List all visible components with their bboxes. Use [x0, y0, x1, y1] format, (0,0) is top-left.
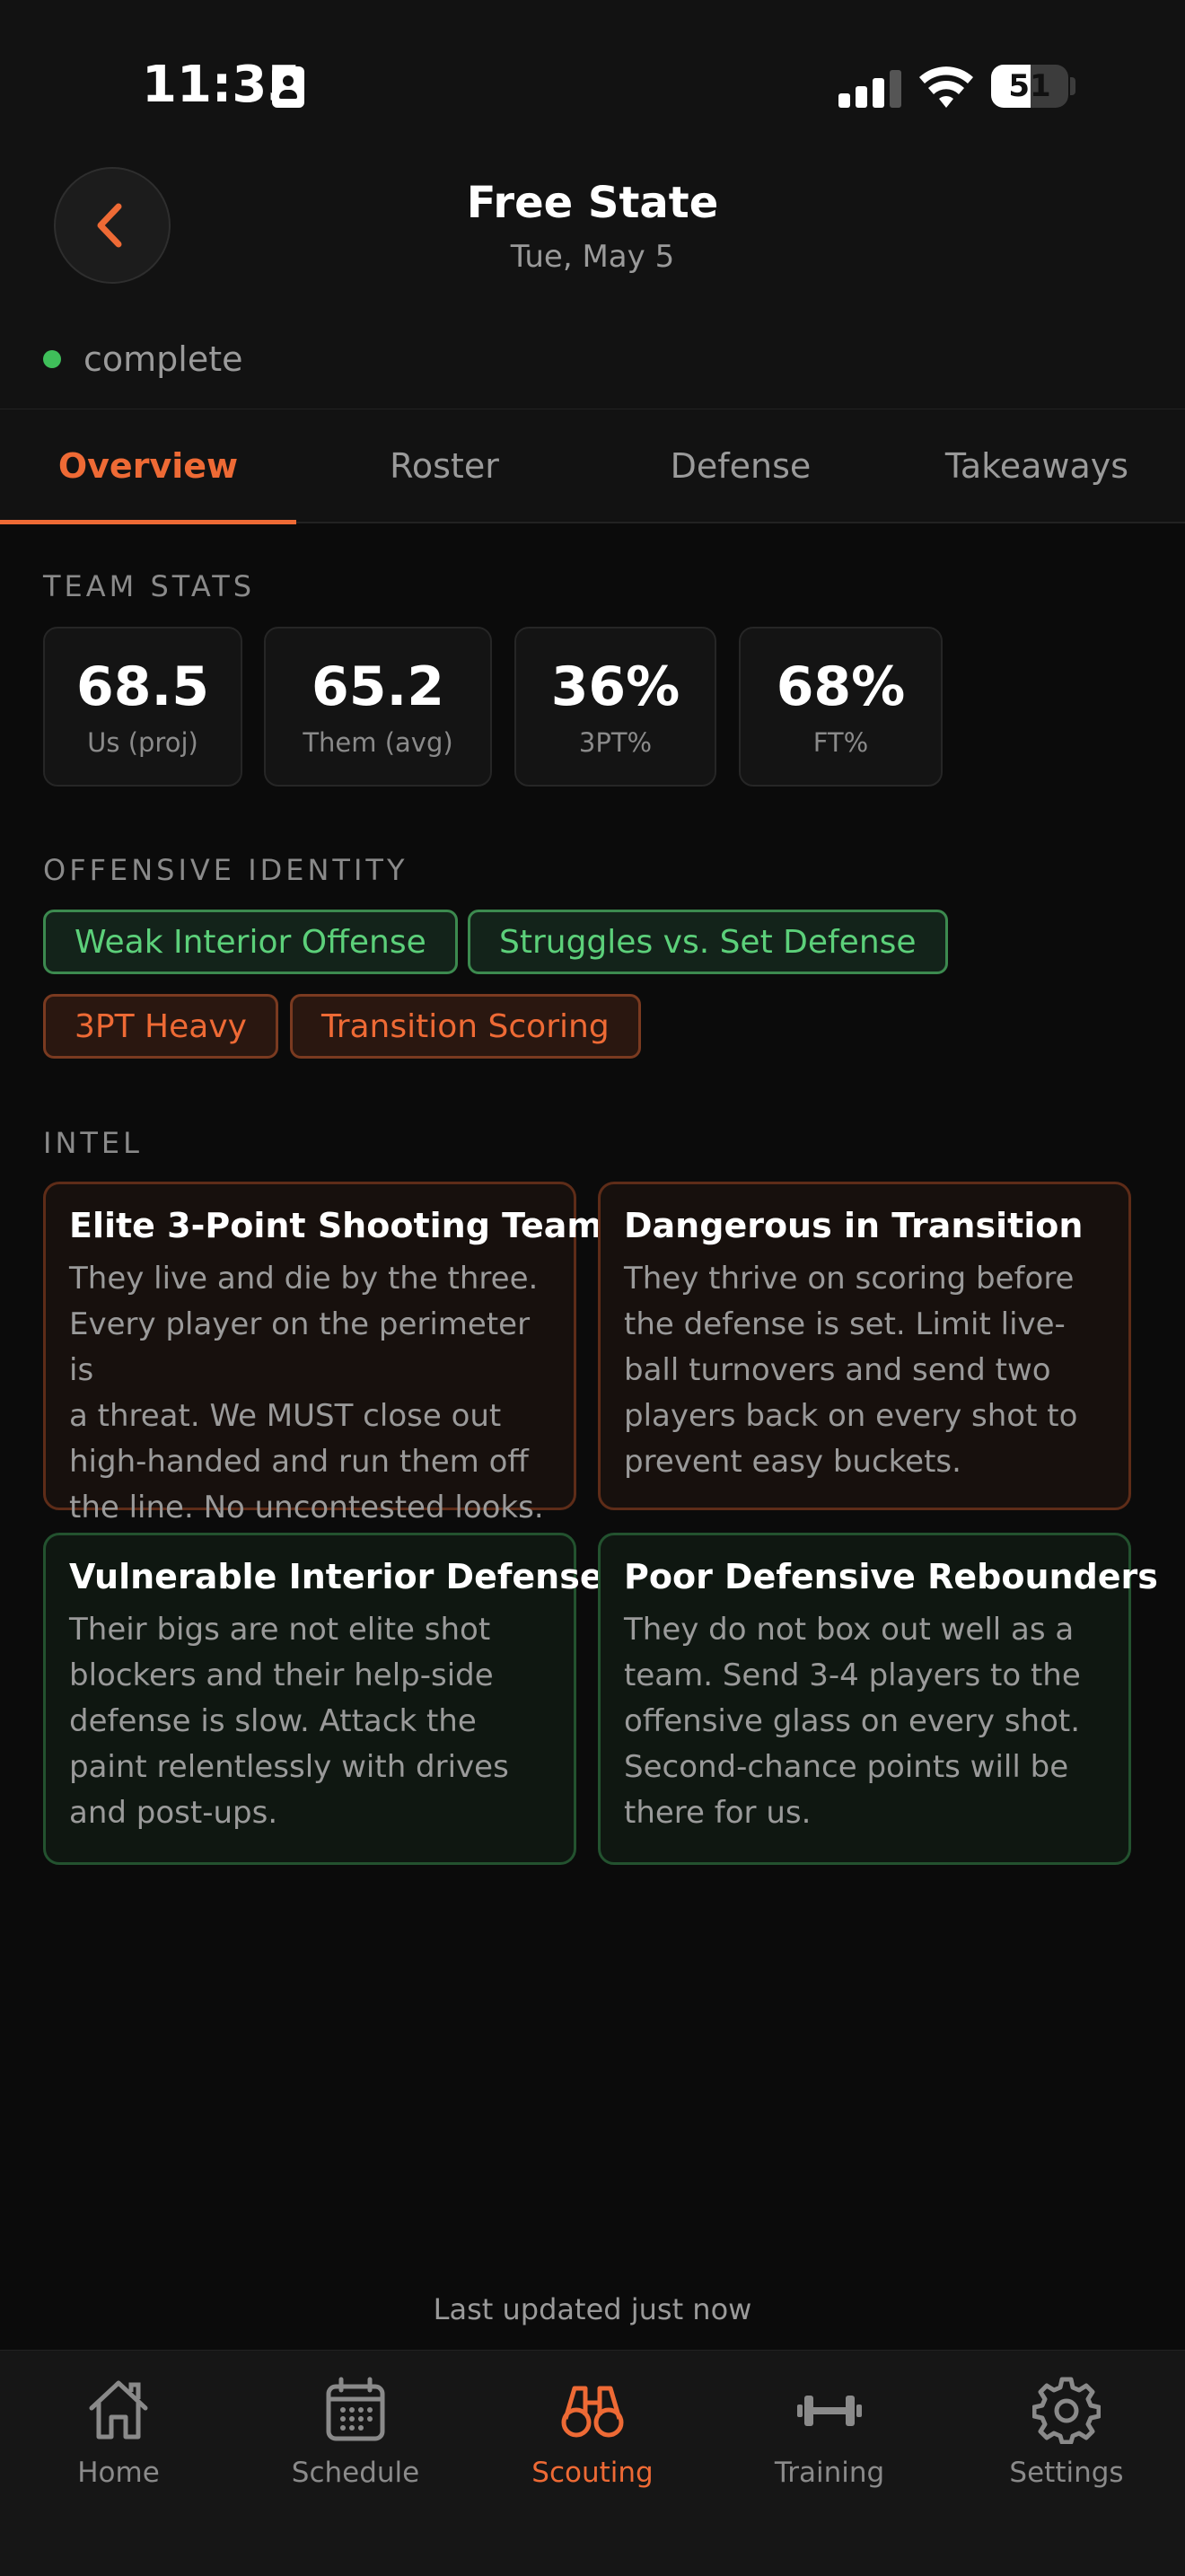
identity-tag: Struggles vs. Set Defense [468, 910, 948, 974]
battery-percent: 51 [1008, 68, 1051, 104]
stat-value: 65.2 [311, 655, 445, 718]
intel-line: blockers and their help-side [69, 1657, 494, 1693]
intel-line: there for us. [624, 1795, 812, 1831]
stat-value: 68.5 [75, 655, 210, 718]
intel-card: Poor Defensive Rebounders They do not bo… [598, 1533, 1158, 1865]
binoculars-icon [561, 2386, 624, 2438]
battery-icon: 51 [991, 65, 1068, 108]
battery-tip [1070, 77, 1075, 95]
home-icon [89, 2380, 148, 2440]
intel-line: the line. No uncontested looks. [69, 1490, 544, 1525]
tab-defense[interactable]: Defense [592, 409, 889, 523]
offensive-identity-heading: OFFENSIVE IDENTITY [43, 853, 408, 887]
intel-card-body: They thrive on scoring before the defens… [624, 1256, 1105, 1485]
nav-label: Training [774, 2457, 885, 2489]
calendar-icon [326, 2377, 385, 2441]
nav-label: Settings [1009, 2457, 1124, 2489]
page-title: Free State [466, 178, 719, 228]
identity-tag: 3PT Heavy [43, 994, 278, 1059]
intel-line: the defense is set. Limit live- [624, 1306, 1066, 1342]
intel-card-body: They live and die by the three. Every pl… [69, 1256, 550, 1531]
stat-value: 36% [550, 655, 680, 718]
intel-line: They do not box out well as a [624, 1612, 1075, 1648]
intel-line: paint relentlessly with drives [69, 1749, 509, 1785]
stat-value: 68% [776, 655, 906, 718]
stat-card-3pt: 36% 3PT% [514, 627, 716, 787]
intel-line: team. Send 3-4 players to the [624, 1657, 1081, 1693]
page-header: Free State Tue, May 5 complete [0, 162, 1185, 409]
bottom-nav: Home Schedule Scouting Training Settings [0, 2350, 1185, 2576]
gear-icon [1032, 2377, 1101, 2444]
stat-label: Them (avg) [303, 727, 453, 758]
nav-label: Scouting [531, 2457, 654, 2489]
intel-card-title: Elite 3-Point Shooting Team [69, 1206, 603, 1245]
intel-line: a threat. We MUST close out [69, 1398, 502, 1434]
intel-line: high-handed and run them off [69, 1444, 529, 1480]
nav-home[interactable]: Home [0, 2351, 237, 2512]
nav-training[interactable]: Training [711, 2351, 948, 2512]
nav-scouting[interactable]: Scouting [474, 2351, 711, 2512]
page-subtitle: Tue, May 5 [510, 239, 675, 275]
tab-overview[interactable]: Overview [0, 409, 296, 524]
intel-line: They thrive on scoring before [624, 1261, 1075, 1297]
intel-line: defense is slow. Attack the [69, 1703, 477, 1739]
last-updated-text: Last updated just now [433, 2292, 752, 2326]
dumbbell-icon [797, 2396, 862, 2426]
nav-label: Schedule [291, 2457, 420, 2489]
stat-card-them: 65.2 Them (avg) [264, 627, 492, 787]
intel-card: Elite 3-Point Shooting Team They live an… [43, 1182, 603, 1525]
status-text: complete [83, 339, 243, 379]
intel-line: and post-ups. [69, 1795, 278, 1831]
status-bar: 11:35 51 [0, 0, 1185, 162]
intel-card-title: Poor Defensive Rebounders [624, 1557, 1158, 1596]
intel-line: players back on every shot to [624, 1398, 1078, 1434]
intel-line: prevent easy buckets. [624, 1444, 961, 1480]
intel-line: Their bigs are not elite shot [69, 1612, 491, 1648]
intel-card-title: Vulnerable Interior Defense [69, 1557, 603, 1596]
intel-line: offensive glass on every shot. [624, 1703, 1081, 1739]
stat-label: FT% [812, 727, 869, 758]
identity-tag: Weak Interior Offense [43, 910, 458, 974]
intel-line: Every player on the perimeter is [69, 1306, 531, 1388]
status-indicator-dot [43, 350, 61, 368]
intel-line: ball turnovers and send two [624, 1352, 1051, 1388]
intel-line: They live and die by the three. [69, 1261, 539, 1297]
intel-card-body: They do not box out well as a team. Send… [624, 1607, 1105, 1836]
stat-label: 3PT% [578, 727, 653, 758]
intel-card-body: Their bigs are not elite shot blockers a… [69, 1607, 550, 1836]
intel-card: Vulnerable Interior Defense Their bigs a… [43, 1533, 603, 1865]
contact-card-icon [272, 66, 304, 108]
nav-schedule[interactable]: Schedule [237, 2351, 474, 2512]
tab-bar: Overview Roster Defense Takeaways [0, 409, 1185, 524]
intel-card-title: Dangerous in Transition [624, 1206, 1084, 1245]
nav-settings[interactable]: Settings [948, 2351, 1185, 2512]
intel-card: Dangerous in Transition They thrive on s… [598, 1182, 1131, 1510]
wifi-icon [919, 66, 973, 108]
intel-line: Second-chance points will be [624, 1749, 1069, 1785]
tab-takeaways[interactable]: Takeaways [889, 409, 1185, 523]
nav-label: Home [77, 2457, 160, 2489]
stat-card-us: 68.5 Us (proj) [43, 627, 242, 787]
cellular-signal-icon [838, 70, 901, 108]
tab-roster[interactable]: Roster [296, 409, 592, 523]
team-stats-heading: TEAM STATS [43, 569, 256, 603]
stat-label: Us (proj) [87, 727, 198, 758]
identity-tag: Transition Scoring [290, 994, 641, 1059]
stat-card-ft: 68% FT% [739, 627, 943, 787]
intel-heading: INTEL [43, 1126, 143, 1160]
